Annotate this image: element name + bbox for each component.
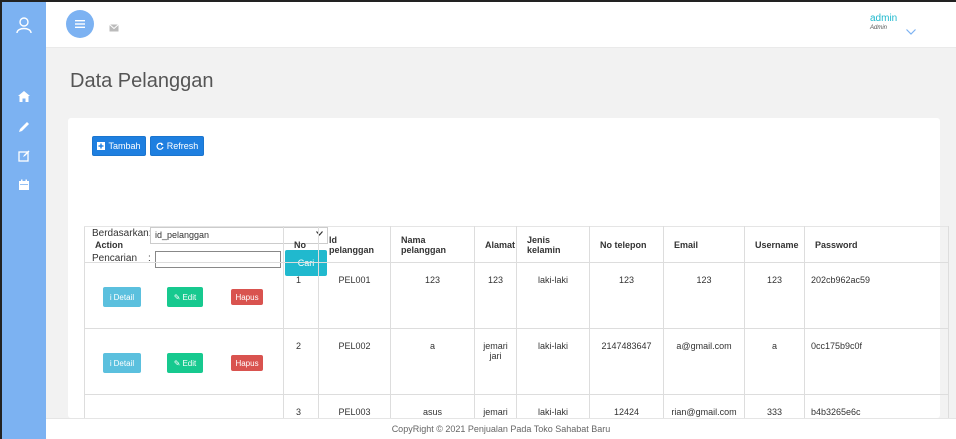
col-header-nama: Nama pelanggan bbox=[390, 226, 475, 263]
edit-icon[interactable] bbox=[2, 145, 46, 167]
info-icon: i bbox=[109, 292, 112, 302]
cell-username: a bbox=[744, 328, 805, 395]
cell-no: 2 bbox=[283, 328, 319, 395]
hamburger-icon bbox=[75, 20, 85, 28]
calendar-icon[interactable] bbox=[2, 174, 46, 196]
chevron-down-icon[interactable] bbox=[906, 22, 916, 40]
delete-button[interactable]: Hapus bbox=[231, 355, 263, 371]
add-button-label: Tambah bbox=[108, 141, 141, 151]
mail-icon[interactable] bbox=[109, 19, 119, 37]
action-cell: i Detail ✎ Edit Hapus bbox=[84, 328, 284, 395]
user-icon[interactable] bbox=[2, 2, 46, 48]
edit-button[interactable]: ✎ Edit bbox=[167, 353, 203, 373]
detail-button[interactable]: i Detail bbox=[103, 353, 141, 373]
col-header-jenis-kelamin: Jenis kelamin bbox=[516, 226, 590, 263]
cell-id: PEL001 bbox=[318, 262, 391, 329]
sidebar bbox=[2, 2, 46, 439]
table-row: i Detail ✎ Edit Hapus 1 PEL001 123 123 lak… bbox=[84, 262, 949, 329]
refresh-button[interactable]: Refresh bbox=[150, 136, 204, 156]
menu-toggle-button[interactable] bbox=[66, 10, 94, 38]
user-name: admin bbox=[870, 13, 898, 24]
edit-icon: ✎ bbox=[173, 292, 181, 302]
cell-telepon: 123 bbox=[589, 262, 664, 329]
cell-jenis-kelamin: laki-laki bbox=[516, 262, 590, 329]
cell-username: 123 bbox=[744, 262, 805, 329]
col-header-email: Email bbox=[663, 226, 745, 263]
topbar: admin Admin bbox=[46, 2, 956, 48]
cell-no: 1 bbox=[283, 262, 319, 329]
refresh-button-label: Refresh bbox=[166, 141, 199, 151]
col-header-no: No bbox=[283, 226, 319, 263]
cell-id: PEL002 bbox=[318, 328, 391, 395]
delete-button[interactable]: Hapus bbox=[231, 289, 263, 305]
customer-table: Action No Id pelanggan Nama pelanggan Al… bbox=[84, 226, 949, 425]
cell-telepon: 2147483647 bbox=[589, 328, 664, 395]
info-icon: i bbox=[109, 358, 112, 368]
pencil-icon[interactable] bbox=[2, 116, 46, 138]
col-header-password: Password bbox=[804, 226, 949, 263]
cell-password: 0cc175b9c0f bbox=[804, 328, 949, 395]
col-header-username: Username bbox=[744, 226, 805, 263]
table-header-row: Action No Id pelanggan Nama pelanggan Al… bbox=[84, 226, 949, 263]
page-title: Data Pelanggan bbox=[70, 70, 214, 92]
home-icon[interactable] bbox=[2, 85, 46, 107]
col-header-action: Action bbox=[84, 226, 284, 263]
cell-password: 202cb962ac59 bbox=[804, 262, 949, 329]
cell-email: 123 bbox=[663, 262, 745, 329]
detail-button[interactable]: i Detail bbox=[103, 287, 141, 307]
cell-nama: 123 bbox=[390, 262, 475, 329]
col-header-id: Id pelanggan bbox=[318, 226, 391, 263]
footer: CopyRight © 2021 Penjualan Pada Toko Sah… bbox=[46, 418, 956, 439]
table-row: i Detail ✎ Edit Hapus 2 PEL002 a jemari ja… bbox=[84, 328, 949, 395]
col-header-telepon: No telepon bbox=[589, 226, 664, 263]
cell-nama: a bbox=[390, 328, 475, 395]
cell-jenis-kelamin: laki-laki bbox=[516, 328, 590, 395]
cell-alamat: 123 bbox=[474, 262, 517, 329]
col-header-alamat: Alamat bbox=[474, 226, 517, 263]
plus-square-icon bbox=[97, 142, 106, 150]
user-menu[interactable]: admin Admin bbox=[870, 13, 898, 32]
edit-icon: ✎ bbox=[173, 358, 181, 368]
edit-button[interactable]: ✎ Edit bbox=[167, 287, 203, 307]
refresh-icon bbox=[156, 142, 164, 150]
cell-email: a@gmail.com bbox=[663, 328, 745, 395]
cell-alamat: jemari jari bbox=[474, 328, 517, 395]
add-button[interactable]: Tambah bbox=[92, 136, 146, 156]
action-cell: i Detail ✎ Edit Hapus bbox=[84, 262, 284, 329]
user-role: Admin bbox=[870, 25, 888, 31]
